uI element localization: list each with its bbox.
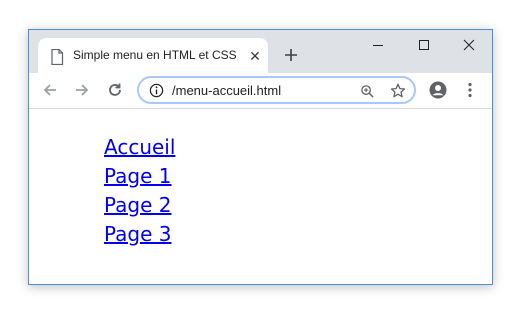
menu-link-accueil[interactable]: Accueil — [104, 135, 175, 159]
kebab-menu-icon[interactable] — [459, 79, 481, 101]
minimize-icon[interactable] — [355, 30, 401, 60]
url-text[interactable]: /menu-accueil.html — [172, 83, 281, 98]
document-icon — [51, 49, 64, 65]
menu-link-page-1[interactable]: Page 1 — [104, 164, 172, 188]
active-tab[interactable]: Simple menu en HTML et CSS ✕ — [38, 38, 268, 73]
menu-item: Page 1 — [104, 162, 175, 191]
menu-link-page-2[interactable]: Page 2 — [104, 193, 172, 217]
browser-window: Simple menu en HTML et CSS ✕ /menu-accue… — [28, 29, 493, 285]
close-icon[interactable]: ✕ — [247, 48, 263, 64]
plus-icon[interactable] — [280, 44, 302, 66]
browser-toolbar: /menu-accueil.html — [29, 73, 492, 109]
menu-link-page-3[interactable]: Page 3 — [104, 222, 172, 246]
zoom-icon[interactable] — [358, 82, 376, 100]
star-icon[interactable] — [389, 82, 407, 100]
title-bar: Simple menu en HTML et CSS ✕ — [29, 30, 492, 73]
close-window-icon[interactable] — [446, 30, 492, 60]
menu-item: Page 2 — [104, 191, 175, 220]
back-arrow-icon[interactable] — [39, 79, 61, 101]
reload-icon[interactable] — [104, 79, 126, 101]
page-content: Accueil Page 1 Page 2 Page 3 — [29, 109, 492, 284]
account-icon[interactable] — [427, 79, 449, 101]
menu-item: Page 3 — [104, 220, 175, 249]
address-bar[interactable]: /menu-accueil.html — [137, 76, 416, 104]
menu-item: Accueil — [104, 133, 175, 162]
navigation-menu: Accueil Page 1 Page 2 Page 3 — [104, 133, 175, 249]
tab-title: Simple menu en HTML et CSS — [73, 48, 237, 62]
maximize-icon[interactable] — [401, 30, 447, 60]
forward-arrow-icon[interactable] — [71, 79, 93, 101]
info-icon[interactable] — [149, 83, 164, 98]
